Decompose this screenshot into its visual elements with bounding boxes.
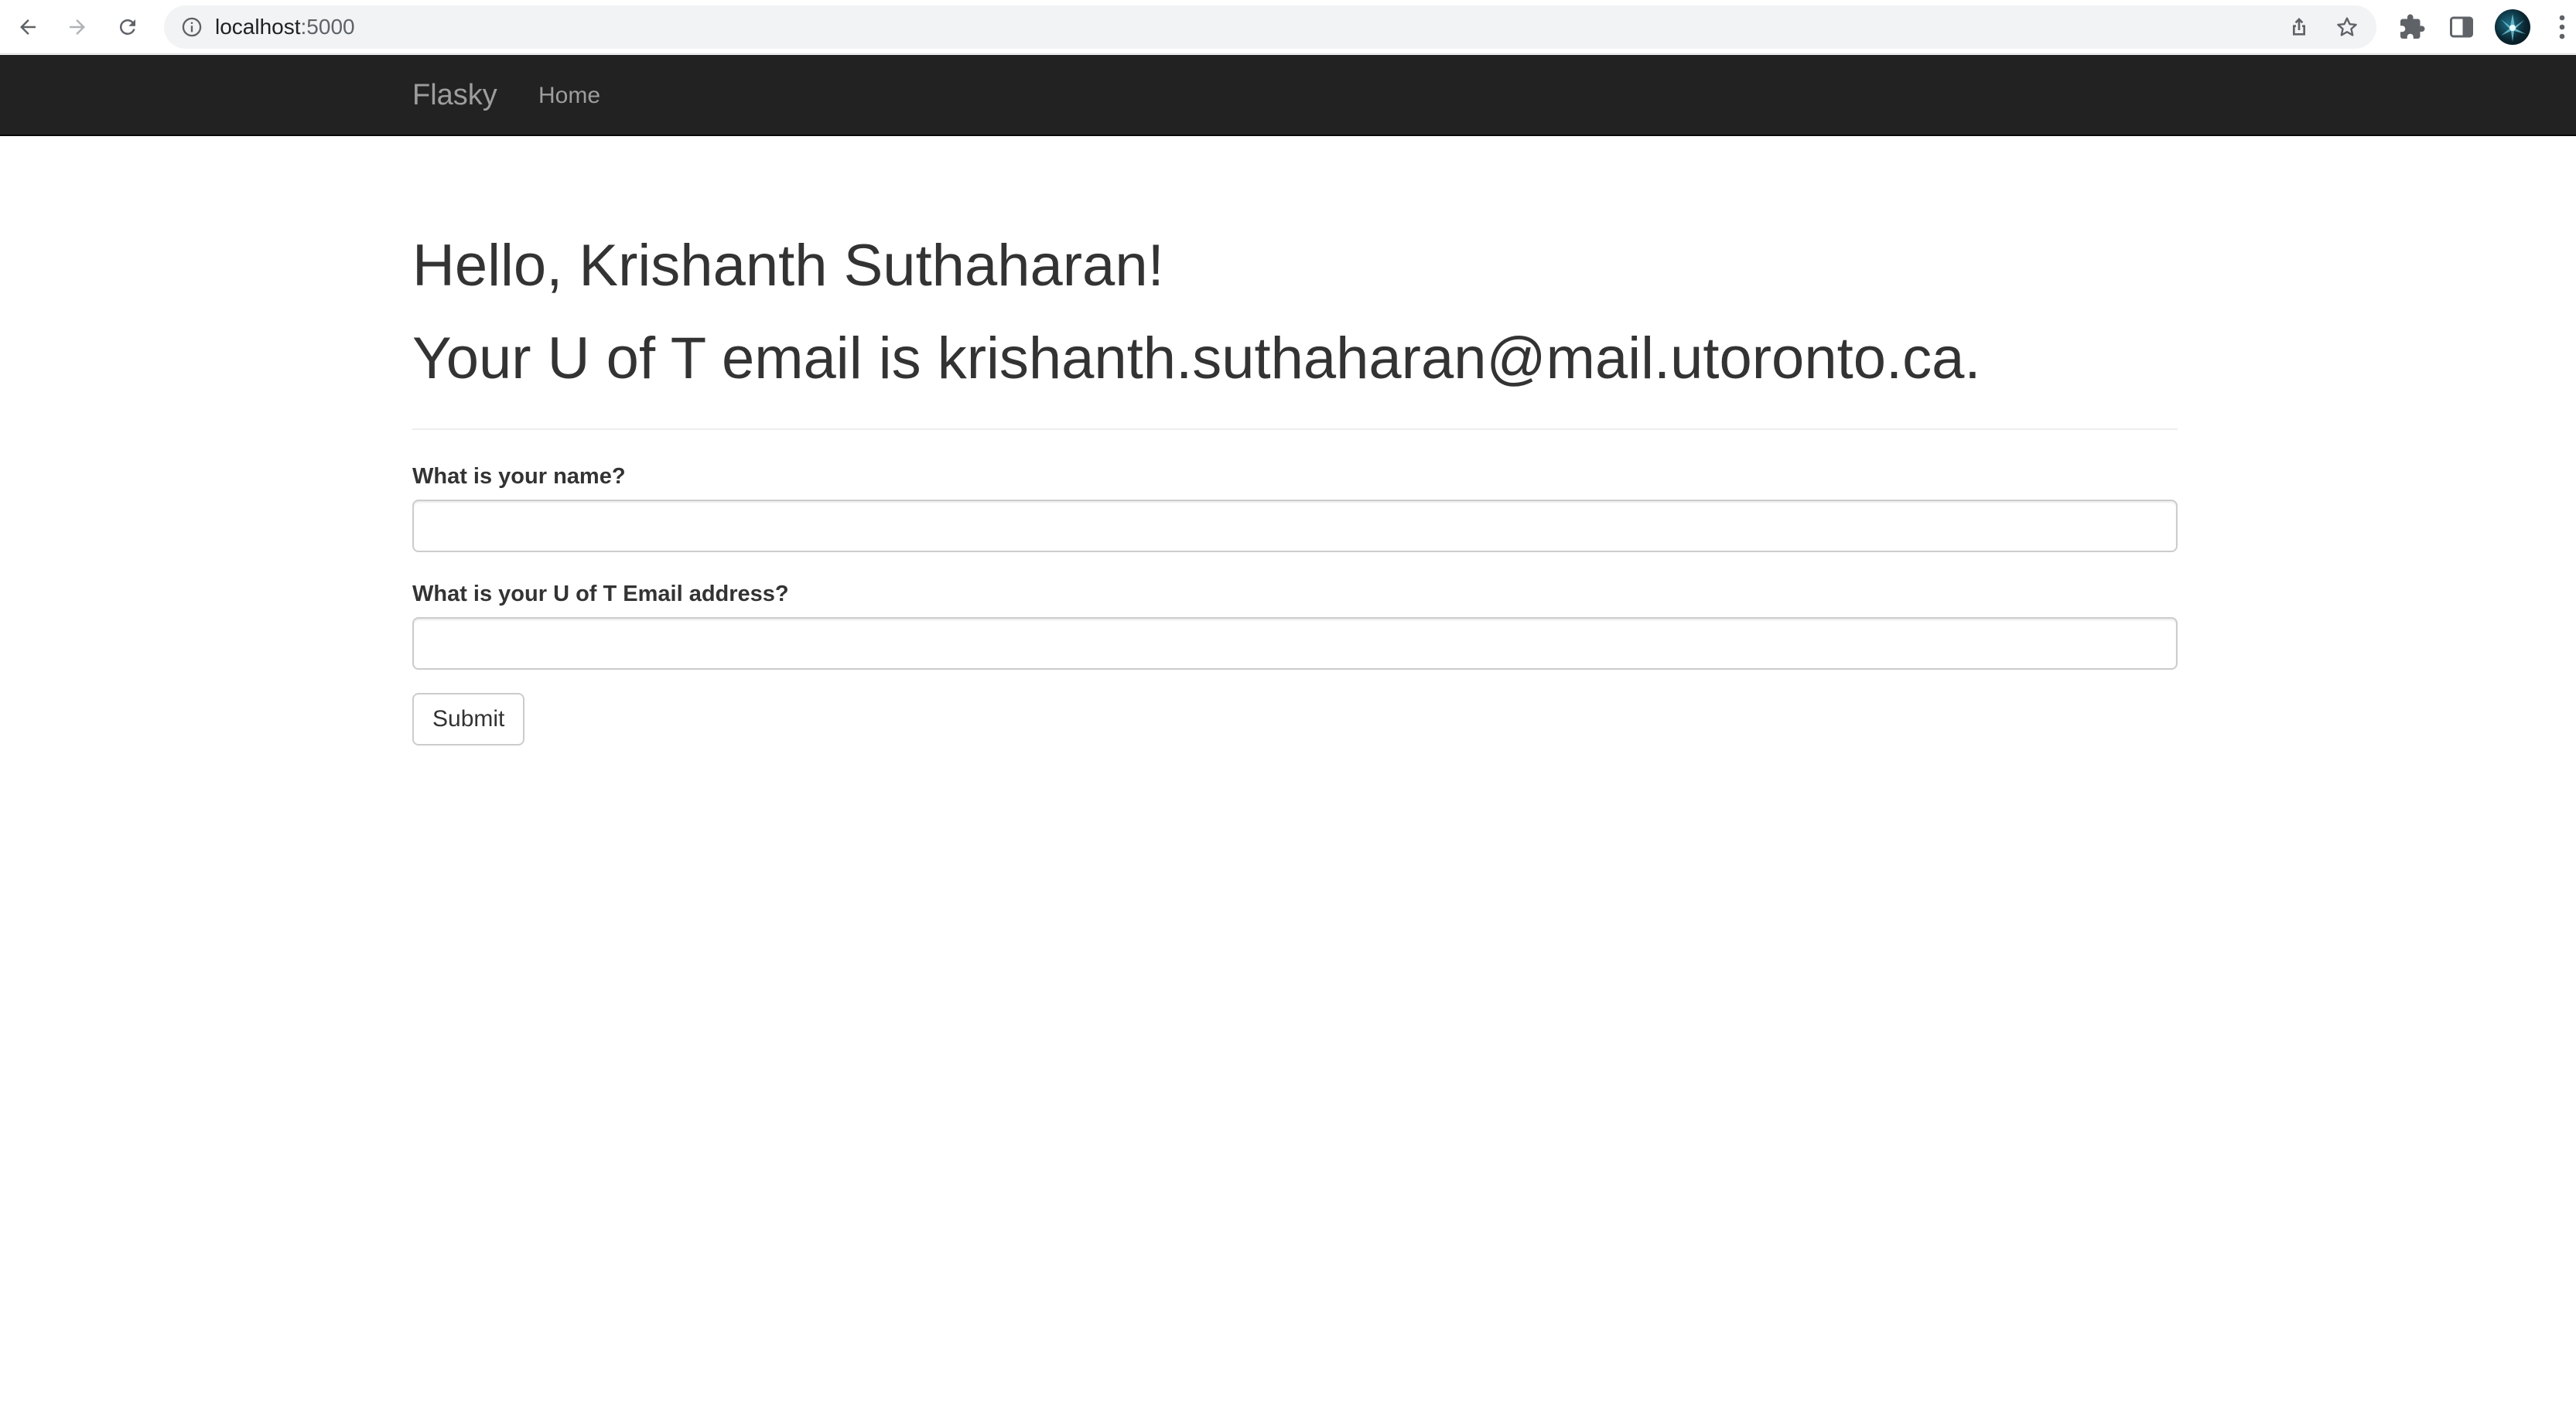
url-text[interactable]: localhost:5000 — [215, 5, 355, 49]
name-label: What is your name? — [412, 464, 626, 489]
forward-icon[interactable] — [59, 9, 96, 46]
avatar-image — [2501, 14, 2526, 42]
submit-button[interactable]: Submit — [412, 693, 525, 746]
page-header: Hello, Krishanth Suthaharan! Your U of T… — [412, 136, 2178, 430]
user-form: What is your name? What is your U of T E… — [412, 461, 2178, 746]
reload-icon[interactable] — [109, 9, 146, 46]
main-container: Hello, Krishanth Suthaharan! Your U of T… — [412, 136, 2178, 746]
url-host: localhost — [215, 15, 301, 39]
nav-home-link[interactable]: Home — [538, 55, 600, 136]
extensions-icon[interactable] — [2398, 13, 2426, 41]
greeting-heading: Hello, Krishanth Suthaharan! — [412, 233, 1164, 299]
side-panel-icon[interactable] — [2448, 13, 2475, 41]
browser-toolbar: localhost:5000 — [0, 0, 2576, 54]
name-input[interactable] — [412, 500, 2178, 552]
more-menu-icon[interactable] — [2554, 13, 2570, 41]
email-heading: Your U of T email is krishanth.suthahara… — [412, 326, 1981, 391]
site-navbar: Flasky Home — [0, 55, 2576, 136]
share-icon[interactable] — [2287, 15, 2311, 39]
back-icon[interactable] — [9, 9, 46, 46]
bookmark-star-icon[interactable] — [2335, 15, 2359, 39]
info-icon[interactable] — [181, 16, 203, 38]
navbar-brand-link[interactable]: Flasky — [412, 55, 497, 136]
profile-avatar[interactable] — [2495, 9, 2530, 45]
email-input[interactable] — [412, 617, 2178, 670]
email-form-group: What is your U of T Email address? — [412, 578, 2178, 670]
name-form-group: What is your name? — [412, 461, 2178, 552]
address-bar[interactable]: localhost:5000 — [164, 5, 2376, 49]
url-port: :5000 — [300, 15, 355, 39]
email-label: What is your U of T Email address? — [412, 582, 789, 606]
